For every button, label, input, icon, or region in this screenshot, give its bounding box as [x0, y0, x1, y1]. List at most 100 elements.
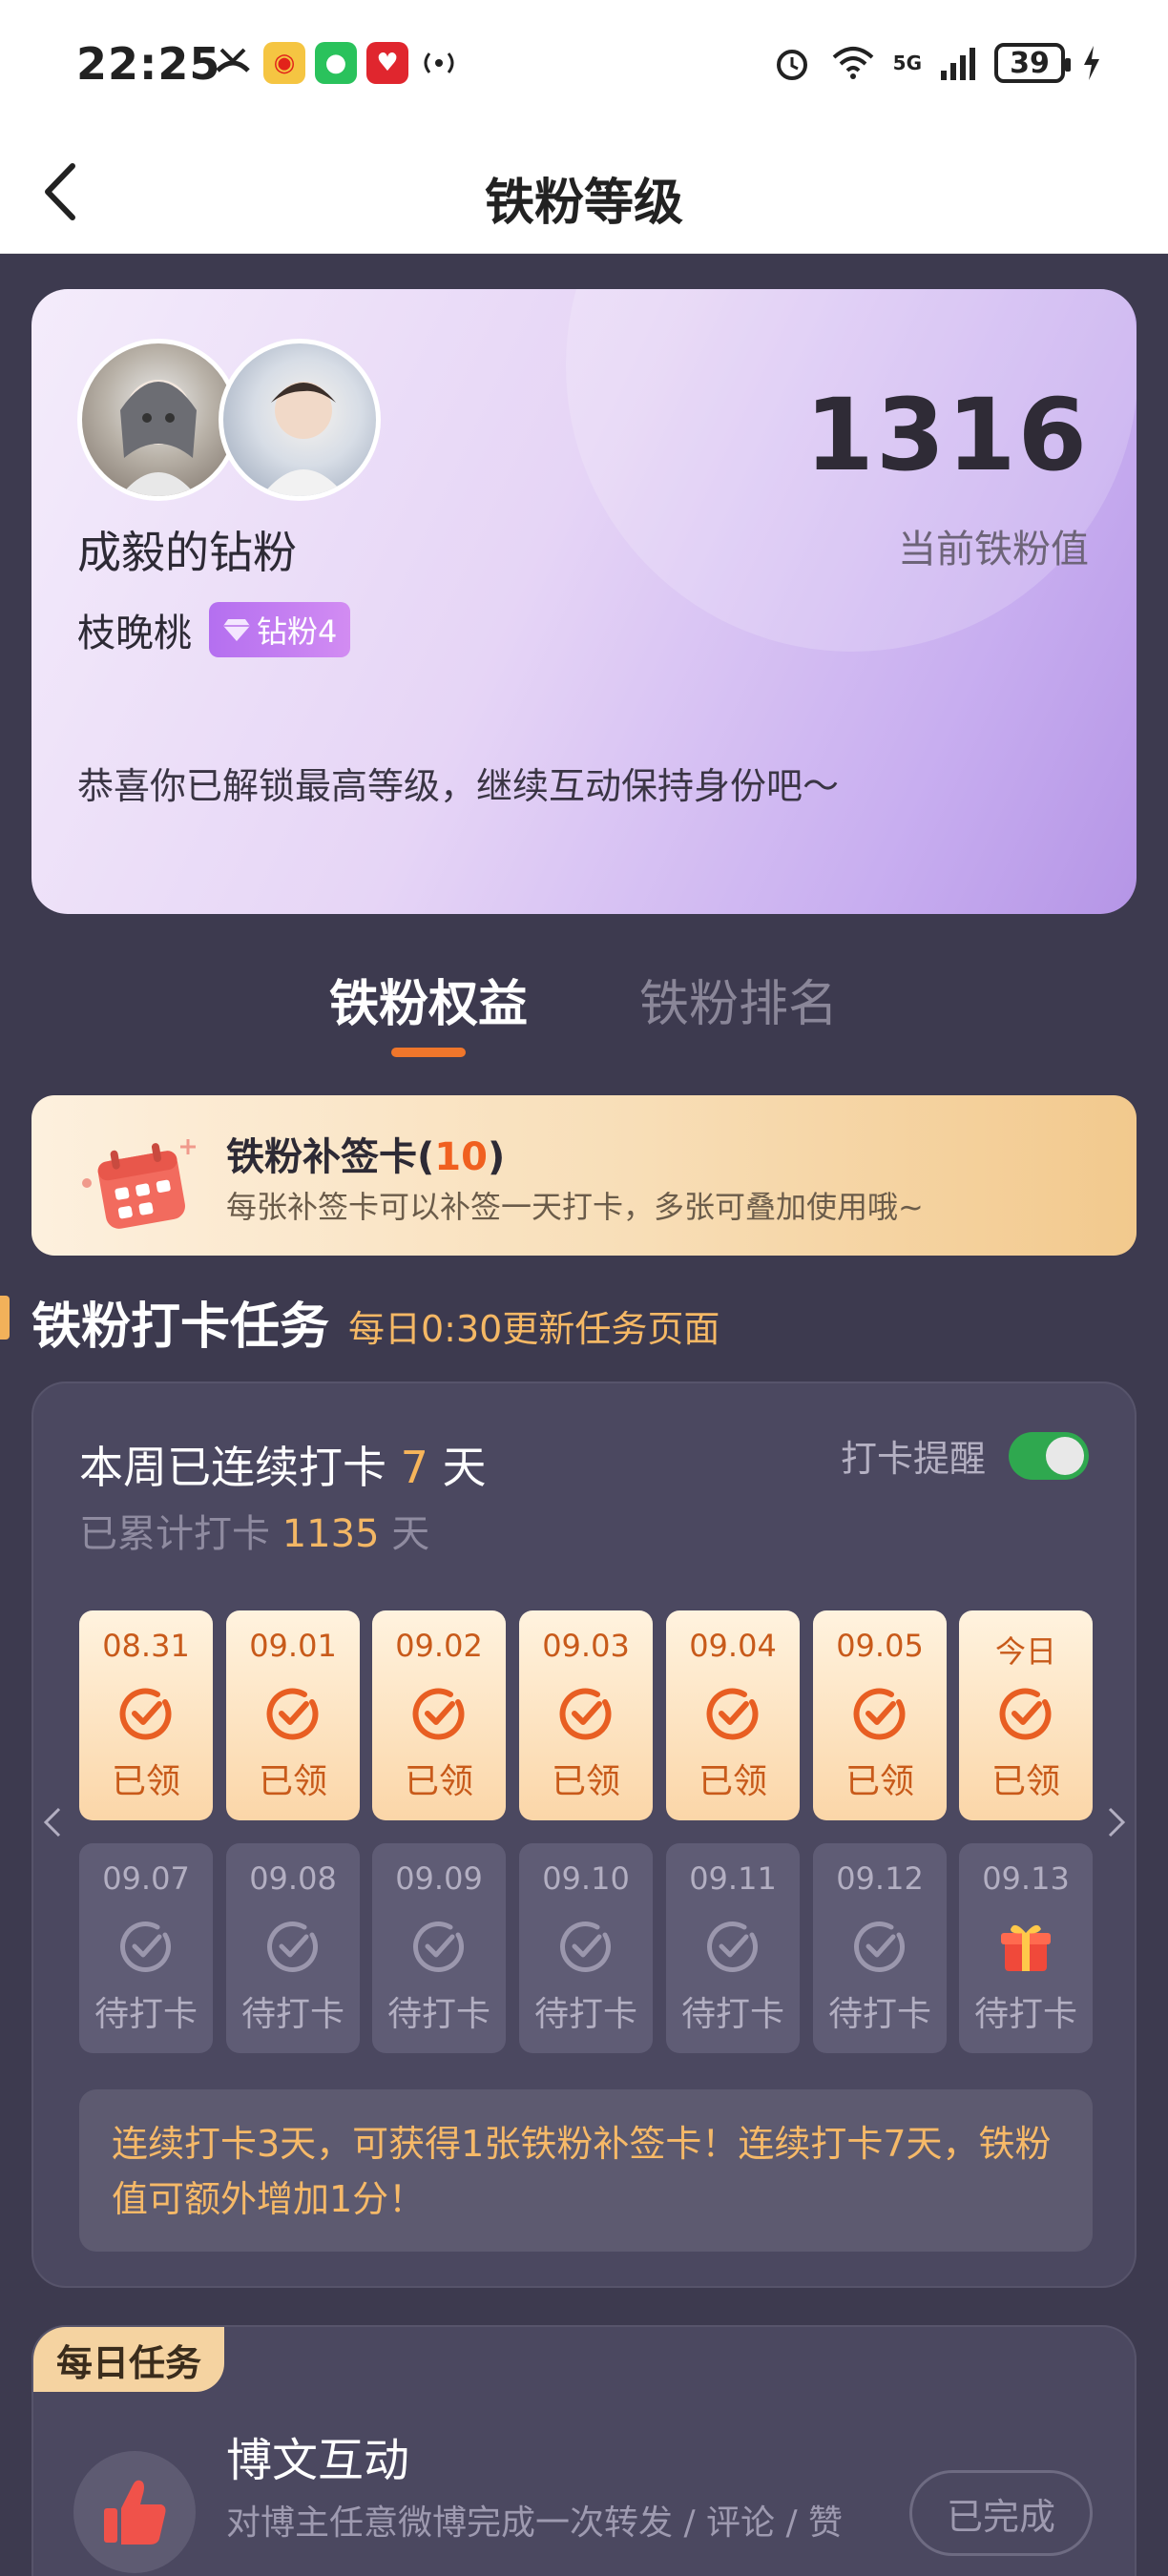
day-cell-claimed[interactable]: 09.04 已领 [666, 1610, 800, 1820]
idol-avatar[interactable] [219, 339, 381, 501]
check-circle-icon [559, 1688, 612, 1740]
day-date: 09.12 [836, 1860, 924, 1897]
checkin-section-header: 铁粉打卡任务 每日0:30更新任务页面 [0, 1286, 1168, 1356]
notification-icons: ◉ ● ♥ [212, 42, 460, 84]
day-cell-pending[interactable]: 09.10 待打卡 [519, 1843, 653, 2053]
day-status: 已领 [111, 1762, 180, 1801]
day-status: 已领 [991, 1762, 1060, 1801]
streak-prefix: 本周已连续打卡 [79, 1442, 401, 1493]
check-circle-icon [119, 1688, 172, 1740]
day-status: 待打卡 [533, 1995, 637, 2034]
day-cell-reward[interactable]: 09.13 待打卡 [959, 1843, 1093, 2053]
reminder-label: 打卡提醒 [840, 1438, 986, 1480]
total-prefix: 已累计打卡 [79, 1512, 282, 1556]
nav-bar: 铁粉等级 [0, 134, 1168, 254]
day-status: 待打卡 [240, 1995, 344, 2034]
day-cell-claimed[interactable]: 09.03 已领 [519, 1610, 653, 1820]
checkin-tip: 连续打卡3天，可获得1张铁粉补签卡！连续打卡7天，铁粉值可额外增加1分！ [79, 2089, 1093, 2252]
supplement-description: 每张补签卡可以补签一天打卡，多张可叠加使用哦~ [226, 1189, 924, 1225]
day-date: 09.01 [249, 1628, 337, 1664]
next-week-arrow-icon[interactable] [1102, 1803, 1131, 1841]
user-info-row: 枝晚桃 钻粉4 [77, 602, 351, 657]
fan-score: 1316 [804, 377, 1089, 493]
day-status: 待打卡 [680, 1995, 784, 2034]
day-cell-pending[interactable]: 09.08 待打卡 [226, 1843, 360, 2053]
wechat-icon: ● [315, 42, 357, 84]
battery-level: 39 [1010, 46, 1050, 80]
day-cell-pending[interactable]: 09.11 待打卡 [666, 1843, 800, 2053]
supplement-title-text: 铁粉补签卡 [226, 1135, 417, 1179]
supplement-count: 10 [434, 1135, 488, 1179]
user-avatar[interactable] [77, 339, 240, 501]
day-cell-claimed[interactable]: 09.02 已领 [372, 1610, 506, 1820]
diamond-icon [223, 619, 250, 641]
profile-message: 恭喜你已解锁最高等级，继续互动保持身份吧～ [77, 765, 840, 807]
day-date: 09.10 [542, 1860, 630, 1897]
tab-bar: 铁粉权益 铁粉排名 [0, 954, 1168, 1059]
streak-suffix: 天 [428, 1442, 487, 1493]
check-circle-icon [853, 1688, 906, 1740]
day-date: 09.04 [689, 1628, 777, 1664]
task-title: 博文互动 [226, 2434, 410, 2487]
thumbs-up-icon [104, 2480, 166, 2545]
check-circle-icon [999, 1688, 1052, 1740]
day-cell-pending[interactable]: 09.12 待打卡 [813, 1843, 947, 2053]
supplement-card-banner[interactable]: 铁粉补签卡(10) 每张补签卡可以补签一天打卡，多张可叠加使用哦~ [31, 1095, 1137, 1256]
tab-fan-benefits[interactable]: 铁粉权益 [329, 964, 528, 1035]
day-date: 09.11 [689, 1860, 777, 1897]
check-circle-icon [706, 1688, 759, 1740]
checkin-reminder: 打卡提醒 [841, 1429, 1089, 1482]
check-circle-icon [413, 1922, 464, 1972]
check-circle-icon [267, 1922, 318, 1972]
task-description: 对博主任意微博完成一次转发 / 评论 / 赞 [226, 2503, 844, 2543]
task-completed-button[interactable]: 已完成 [909, 2470, 1093, 2556]
day-cell-claimed[interactable]: 09.01 已领 [226, 1610, 360, 1820]
signal-icon [941, 48, 975, 80]
day-status: 待打卡 [827, 1995, 931, 2034]
day-cell-today[interactable]: 今日 已领 [959, 1610, 1093, 1820]
day-cell-claimed[interactable]: 09.05 已领 [813, 1610, 947, 1820]
check-circle-icon [560, 1922, 611, 1972]
hotspot-icon [424, 52, 454, 73]
day-cell-claimed[interactable]: 08.31 已领 [79, 1610, 213, 1820]
avatar-illustration [120, 380, 197, 496]
fan-title: 成毅的钻粉 [77, 527, 297, 578]
tab-fan-ranking[interactable]: 铁粉排名 [639, 964, 838, 1035]
day-status: 已领 [551, 1762, 620, 1801]
day-date: 08.31 [102, 1628, 190, 1664]
day-date: 09.02 [395, 1628, 483, 1664]
level-badge-label: 钻粉4 [257, 613, 338, 650]
day-status: 已领 [258, 1762, 327, 1801]
page-title: 铁粉等级 [484, 175, 683, 232]
level-badge: 钻粉4 [209, 602, 351, 657]
fan-score-label: 当前铁粉值 [898, 528, 1089, 571]
network-type: 5G [892, 52, 922, 74]
section-accent-bar [0, 1296, 10, 1340]
check-circle-icon [707, 1922, 758, 1972]
task-icon-container [73, 2451, 196, 2573]
system-status-icons: 5G 39 [771, 42, 1101, 84]
check-circle-icon [854, 1922, 905, 1972]
missed-call-icon [216, 48, 250, 73]
day-date: 今日 [994, 1633, 1056, 1670]
day-cell-pending[interactable]: 09.09 待打卡 [372, 1843, 506, 2053]
previous-week-arrow-icon[interactable] [38, 1803, 67, 1841]
active-tab-indicator [391, 1048, 466, 1057]
daily-tasks-tag: 每日任务 [33, 2327, 224, 2392]
day-status: 已领 [845, 1762, 914, 1801]
day-status: 已领 [404, 1762, 473, 1801]
day-status: 待打卡 [94, 1995, 198, 2034]
day-cell-pending[interactable]: 09.07 待打卡 [79, 1843, 213, 2053]
day-date: 09.13 [982, 1860, 1070, 1897]
day-date: 09.08 [249, 1860, 337, 1897]
day-status: 待打卡 [973, 1995, 1077, 2034]
section-title: 铁粉打卡任务 [31, 1298, 330, 1356]
fan-profile-card: 成毅的钻粉 枝晚桃 钻粉4 1316 当前铁粉值 恭喜你已解锁最高等级，继续互动… [31, 289, 1137, 914]
daily-tasks-card: 每日任务 博文互动 对博主任意微博完成一次转发 / 评论 / 赞 已完成 [31, 2325, 1137, 2576]
day-date: 09.09 [395, 1860, 483, 1897]
day-date: 09.07 [102, 1860, 190, 1897]
wifi-icon [832, 47, 873, 79]
gift-icon [1001, 1924, 1051, 1971]
reminder-toggle[interactable] [1009, 1431, 1089, 1480]
supplement-title: 铁粉补签卡(10) [226, 1135, 506, 1179]
